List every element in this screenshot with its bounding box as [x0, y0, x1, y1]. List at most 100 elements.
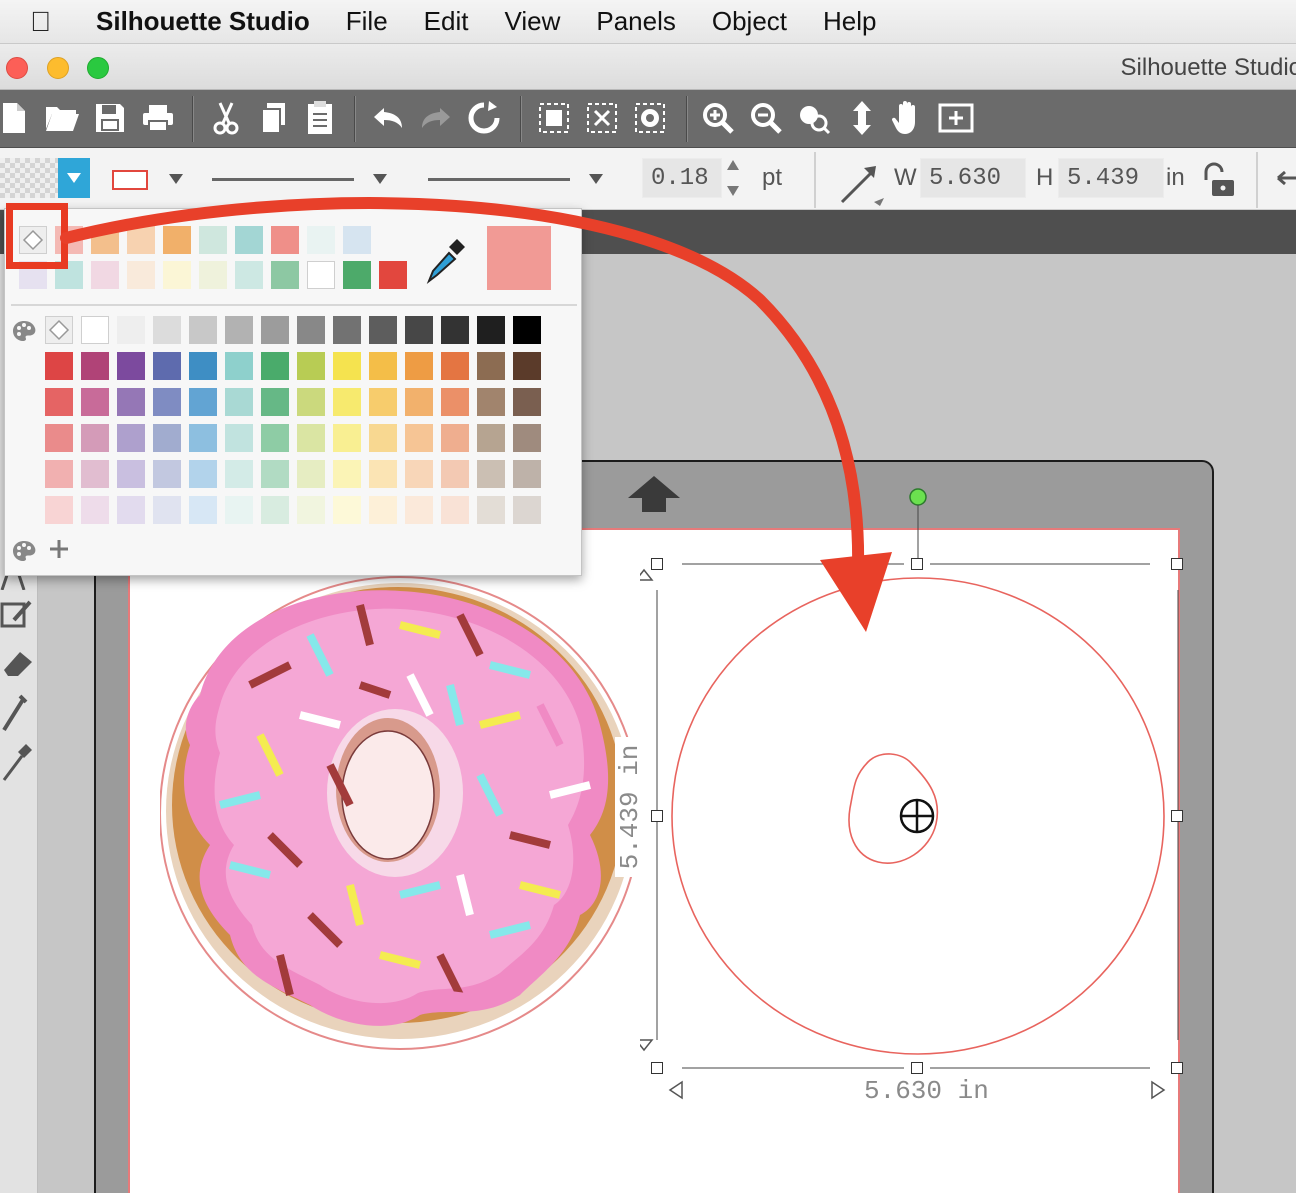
color-swatch[interactable]: [297, 424, 325, 452]
color-swatch[interactable]: [81, 496, 109, 524]
color-swatch[interactable]: [405, 388, 433, 416]
eyedropper-icon[interactable]: [423, 237, 467, 290]
color-swatch[interactable]: [45, 352, 73, 380]
menu-file[interactable]: File: [346, 6, 388, 37]
recent-color-swatch[interactable]: [379, 261, 407, 289]
recent-color-swatch[interactable]: [235, 261, 263, 289]
color-swatch[interactable]: [441, 388, 469, 416]
color-swatch[interactable]: [369, 388, 397, 416]
menu-panels[interactable]: Panels: [596, 6, 676, 37]
handle-bottom-left[interactable]: [651, 1062, 663, 1074]
zoom-window-button[interactable]: [87, 57, 109, 79]
color-swatch[interactable]: [441, 460, 469, 488]
color-swatch[interactable]: [477, 424, 505, 452]
color-swatch[interactable]: [261, 496, 289, 524]
menu-view[interactable]: View: [504, 6, 560, 37]
add-custom-color-button[interactable]: [47, 537, 71, 566]
color-swatch[interactable]: [153, 460, 181, 488]
color-swatch[interactable]: [189, 496, 217, 524]
recent-color-swatch[interactable]: [343, 261, 371, 289]
color-swatch[interactable]: [297, 316, 325, 344]
color-swatch[interactable]: [189, 352, 217, 380]
undo-icon[interactable]: [368, 98, 408, 138]
eyedropper-tool-icon[interactable]: [0, 742, 32, 787]
color-swatch[interactable]: [369, 496, 397, 524]
fill-color-dropdown-button[interactable]: [58, 158, 90, 198]
color-swatch[interactable]: [261, 352, 289, 380]
color-swatch[interactable]: [225, 496, 253, 524]
color-swatch[interactable]: [477, 316, 505, 344]
color-swatch[interactable]: [153, 496, 181, 524]
color-swatch[interactable]: [369, 352, 397, 380]
redraw-icon[interactable]: [464, 98, 504, 138]
recent-color-swatch[interactable]: [307, 226, 335, 254]
group-icon[interactable]: [534, 98, 574, 138]
scale-arrow-icon[interactable]: [838, 162, 888, 211]
fit-page-icon[interactable]: [936, 98, 976, 138]
color-swatch[interactable]: [333, 424, 361, 452]
color-swatch[interactable]: [81, 352, 109, 380]
lock-aspect-icon[interactable]: [1200, 160, 1238, 205]
apple-menu-icon[interactable]: : [30, 6, 66, 38]
color-swatch[interactable]: [225, 388, 253, 416]
color-swatch[interactable]: [441, 496, 469, 524]
color-swatch[interactable]: [153, 424, 181, 452]
color-swatch[interactable]: [117, 496, 145, 524]
color-swatch[interactable]: [477, 352, 505, 380]
print-icon[interactable]: [138, 98, 178, 138]
color-swatch[interactable]: [477, 496, 505, 524]
height-field[interactable]: 5.439: [1058, 158, 1164, 198]
minimize-window-button[interactable]: [47, 57, 69, 79]
line-style-dropdown[interactable]: [212, 178, 354, 181]
color-swatch[interactable]: [45, 460, 73, 488]
handle-top-center[interactable]: [911, 558, 923, 570]
recent-color-swatch[interactable]: [163, 226, 191, 254]
color-swatch[interactable]: [261, 316, 289, 344]
menu-object[interactable]: Object: [712, 6, 787, 37]
menu-help[interactable]: Help: [823, 6, 876, 37]
color-swatch[interactable]: [261, 388, 289, 416]
chevron-down-icon[interactable]: [168, 172, 184, 190]
color-swatch[interactable]: [369, 316, 397, 344]
donut-image[interactable]: [159, 575, 650, 1055]
color-swatch[interactable]: [513, 352, 541, 380]
flip-arrow-icon[interactable]: [1276, 168, 1296, 193]
color-swatch[interactable]: [513, 424, 541, 452]
color-swatch[interactable]: [333, 316, 361, 344]
color-swatch[interactable]: [513, 388, 541, 416]
color-swatch[interactable]: [117, 460, 145, 488]
color-swatch[interactable]: [261, 460, 289, 488]
zoom-select-icon[interactable]: [794, 98, 834, 138]
handle-top-right[interactable]: [1171, 558, 1183, 570]
color-swatch[interactable]: [81, 460, 109, 488]
zoom-in-icon[interactable]: [698, 98, 738, 138]
color-swatch[interactable]: [405, 460, 433, 488]
color-swatch[interactable]: [81, 424, 109, 452]
color-swatch[interactable]: [441, 352, 469, 380]
color-swatch[interactable]: [117, 352, 145, 380]
color-swatch[interactable]: [117, 424, 145, 452]
paste-icon[interactable]: [300, 98, 340, 138]
color-swatch[interactable]: [189, 424, 217, 452]
handle-middle-left[interactable]: [651, 810, 663, 822]
line-weight-field[interactable]: 0.18: [642, 158, 722, 198]
new-document-icon[interactable]: [0, 98, 34, 138]
color-swatch[interactable]: [81, 316, 109, 344]
color-swatch[interactable]: [513, 460, 541, 488]
ungroup-icon[interactable]: [582, 98, 622, 138]
menu-edit[interactable]: Edit: [424, 6, 469, 37]
knife-icon[interactable]: [0, 694, 30, 737]
chevron-down-icon[interactable]: [372, 172, 388, 190]
recent-color-swatch[interactable]: [271, 261, 299, 289]
line-weight-stepper[interactable]: [726, 158, 740, 198]
recent-color-swatch[interactable]: [127, 226, 155, 254]
color-swatch[interactable]: [153, 352, 181, 380]
color-swatch[interactable]: [81, 388, 109, 416]
recent-color-swatch[interactable]: [199, 226, 227, 254]
recent-color-swatch[interactable]: [91, 226, 119, 254]
recent-color-swatch[interactable]: [199, 261, 227, 289]
color-swatch[interactable]: [297, 496, 325, 524]
chevron-down-icon[interactable]: [588, 172, 604, 190]
handle-bottom-center[interactable]: [911, 1062, 923, 1074]
hand-icon[interactable]: [888, 98, 928, 138]
